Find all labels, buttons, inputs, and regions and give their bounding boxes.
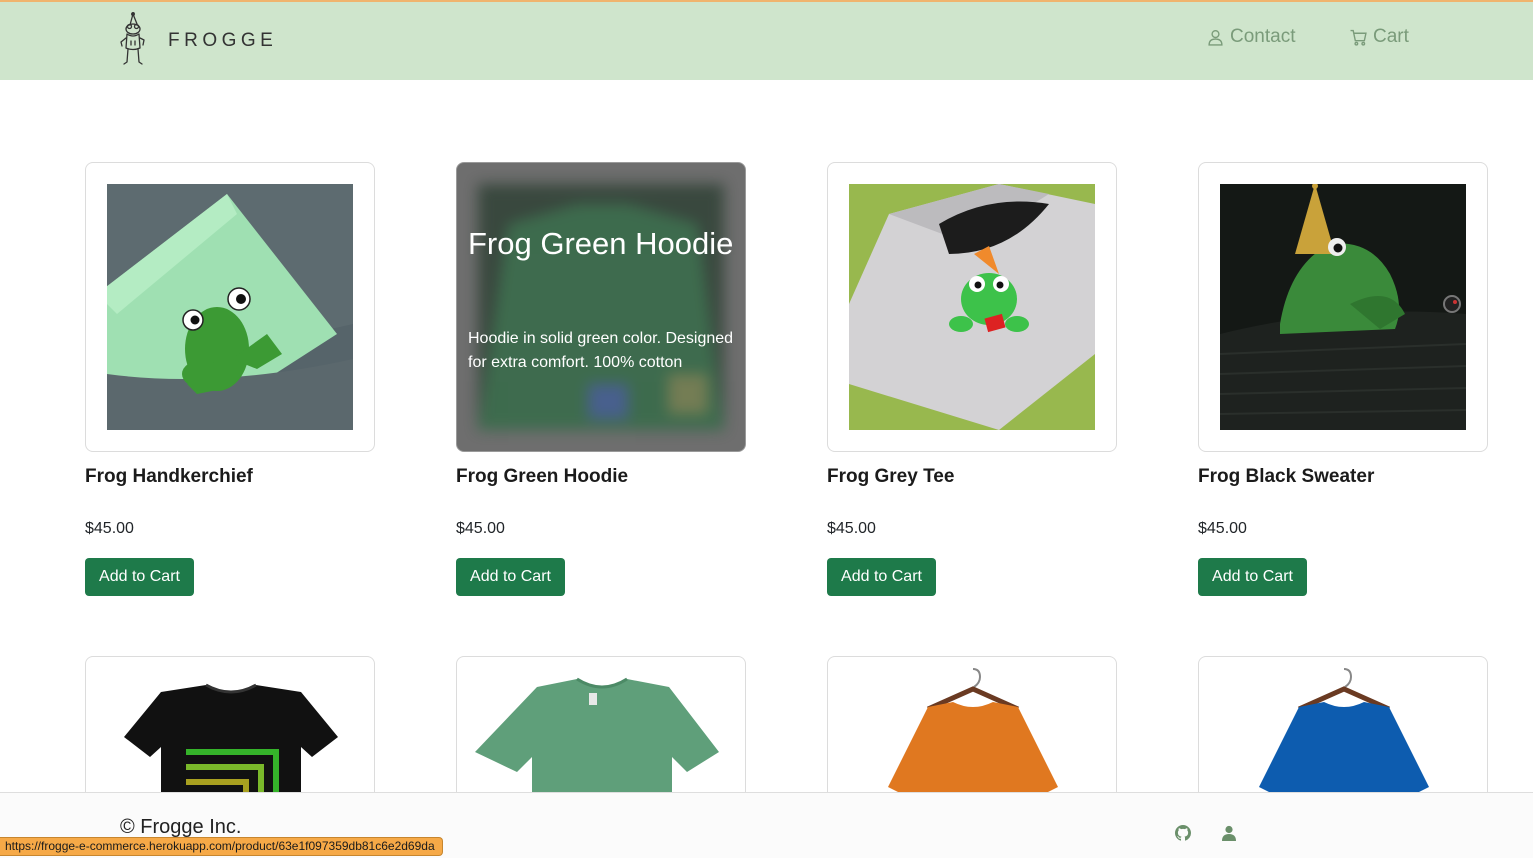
- add-to-cart-button[interactable]: Add to Cart: [1198, 558, 1307, 596]
- navbar: FROGGE Contact Cart: [0, 2, 1533, 80]
- product-name[interactable]: Frog Green Hoodie: [456, 466, 628, 488]
- product-image-frame-hovered[interactable]: Frog Green Hoodie Hoodie in solid green …: [456, 162, 746, 452]
- product-card-partial[interactable]: [456, 656, 746, 806]
- product-card-partial[interactable]: [1198, 656, 1488, 806]
- frog-grey-tee-image: [849, 184, 1095, 430]
- add-to-cart-button[interactable]: Add to Cart: [456, 558, 565, 596]
- green-tee-image: [475, 677, 719, 806]
- product-image-frame[interactable]: [827, 162, 1117, 452]
- product-card-partial[interactable]: [85, 656, 375, 806]
- product-card-partial[interactable]: [827, 656, 1117, 806]
- add-to-cart-button[interactable]: Add to Cart: [85, 558, 194, 596]
- brand-link[interactable]: FROGGE: [112, 12, 277, 70]
- github-icon[interactable]: [1175, 825, 1191, 841]
- frog-handkerchief-image: [107, 184, 353, 430]
- brand-name: FROGGE: [168, 30, 278, 51]
- status-bar-link-preview: https://frogge-e-commerce.herokuapp.com/…: [0, 837, 443, 856]
- product-price: $45.00: [456, 520, 505, 537]
- cart-icon: [1350, 29, 1367, 46]
- black-tee-image: [124, 683, 338, 806]
- user-icon[interactable]: [1221, 825, 1237, 841]
- frog-mascot-logo-icon: [120, 12, 145, 65]
- frog-green-hoodie-image: [478, 184, 724, 430]
- add-to-cart-button[interactable]: Add to Cart: [827, 558, 936, 596]
- copyright-text: © Frogge Inc.: [120, 816, 242, 838]
- product-price: $45.00: [85, 520, 134, 537]
- product-image-frame[interactable]: [85, 162, 375, 452]
- product-image-frame[interactable]: [1198, 162, 1488, 452]
- product-name[interactable]: Frog Handkerchief: [85, 466, 253, 488]
- frog-black-sweater-image: [1220, 184, 1466, 430]
- hover-product-description: Hoodie in solid green color. Designed fo…: [468, 330, 734, 371]
- nav-cart-label: Cart: [1373, 26, 1409, 47]
- nav-cart-link[interactable]: Cart: [1350, 26, 1409, 48]
- nav-contact-label: Contact: [1230, 26, 1296, 47]
- hover-product-title: Frog Green Hoodie: [468, 226, 734, 261]
- product-price: $45.00: [1198, 520, 1247, 537]
- product-name[interactable]: Frog Grey Tee: [827, 466, 954, 488]
- product-name[interactable]: Frog Black Sweater: [1198, 466, 1374, 488]
- product-price: $45.00: [827, 520, 876, 537]
- orange-tee-image: [888, 668, 1058, 806]
- nav-contact-link[interactable]: Contact: [1207, 26, 1295, 48]
- person-icon: [1208, 29, 1223, 46]
- blue-tee-image: [1259, 668, 1429, 806]
